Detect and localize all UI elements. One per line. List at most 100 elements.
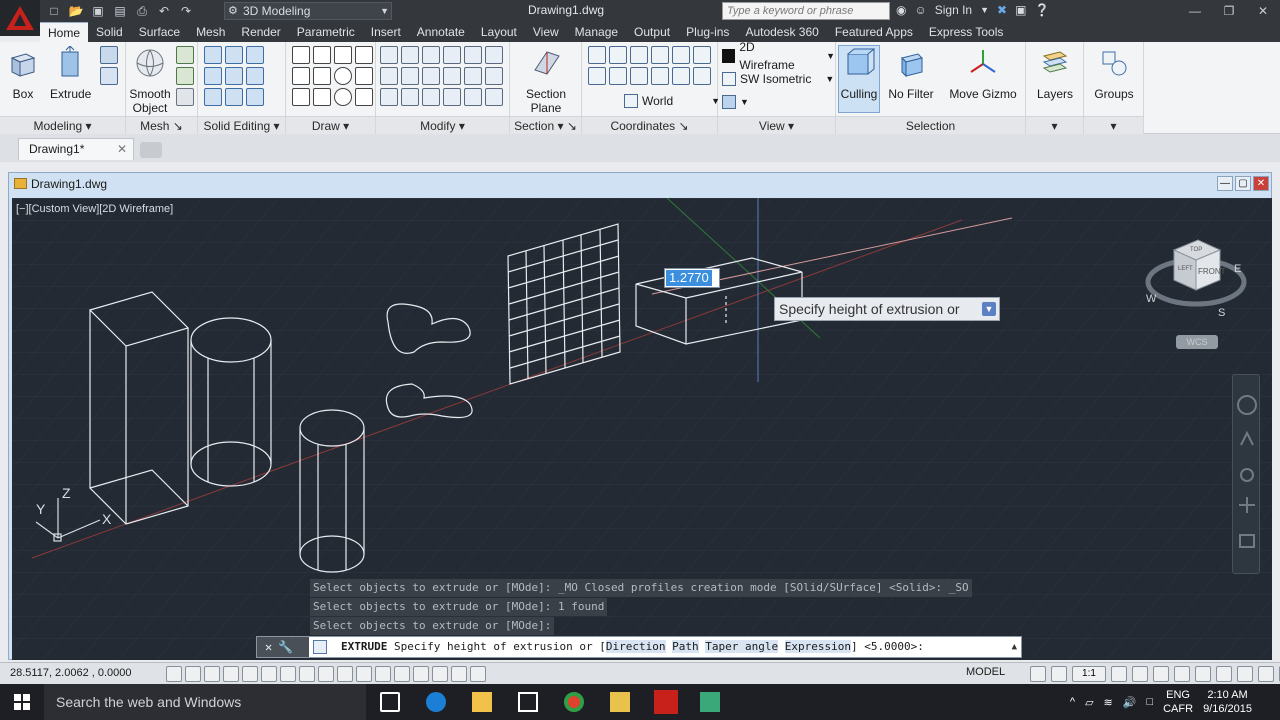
save-icon[interactable]: ▣: [90, 3, 106, 19]
user-icon[interactable]: ☺: [914, 3, 926, 17]
annotation-visibility-icon[interactable]: [1051, 666, 1067, 682]
3d-rotate-icon[interactable]: [401, 46, 419, 64]
cart-icon[interactable]: ▣: [1015, 3, 1026, 17]
circle-icon[interactable]: [334, 67, 352, 85]
stretch-icon[interactable]: [422, 67, 440, 85]
exchange-icon[interactable]: ✖: [997, 3, 1007, 17]
groups-panel-title[interactable]: ▾: [1084, 116, 1143, 134]
option-taper-angle[interactable]: Taper angle: [705, 640, 779, 653]
infer-constraints-icon[interactable]: [223, 666, 239, 682]
close-icon[interactable]: ✕: [1246, 0, 1280, 22]
explode-icon[interactable]: [401, 88, 419, 106]
close-icon[interactable]: ✕: [117, 139, 127, 159]
clean-screen-icon[interactable]: [1258, 666, 1274, 682]
autocad-taskbar-icon[interactable]: [654, 690, 678, 714]
option-direction[interactable]: Direction: [605, 640, 666, 653]
modeling-panel-title[interactable]: Modeling ▾: [0, 116, 125, 134]
view-preset-dropdown[interactable]: SW Isometric ▼: [722, 70, 834, 88]
culling-button[interactable]: Culling: [838, 45, 880, 113]
tab-featured-apps[interactable]: Featured Apps: [827, 22, 921, 42]
option-path[interactable]: Path: [672, 640, 699, 653]
chevron-down-icon[interactable]: ▼: [980, 5, 989, 15]
extract-edges-icon[interactable]: [225, 67, 243, 85]
helix-icon[interactable]: [355, 46, 373, 64]
extrude-faces-icon[interactable]: [246, 67, 264, 85]
snap-icon[interactable]: [204, 666, 220, 682]
open-icon[interactable]: 📂: [68, 3, 84, 19]
join-icon[interactable]: [422, 88, 440, 106]
tab-plug-ins[interactable]: Plug-ins: [678, 22, 737, 42]
command-line[interactable]: ✕ 🔧 EXTRUDE Specify height of extrusion …: [256, 636, 1022, 658]
app-taskbar-icon[interactable]: [700, 692, 720, 712]
search-input[interactable]: Type a keyword or phrase: [722, 2, 890, 20]
close-icon[interactable]: ✕: [265, 637, 272, 657]
scale-icon[interactable]: [485, 46, 503, 64]
ucs-origin-icon[interactable]: [651, 46, 669, 64]
wcs-menu[interactable]: WCS: [1176, 335, 1218, 349]
units-icon[interactable]: [1153, 666, 1169, 682]
selection-filter-icon[interactable]: [451, 666, 467, 682]
align-icon[interactable]: [443, 46, 461, 64]
folder-icon[interactable]: [610, 692, 630, 712]
refine-mesh-icon[interactable]: [176, 88, 194, 106]
pentagon-icon[interactable]: [292, 88, 310, 106]
ucs-object-icon[interactable]: [609, 67, 627, 85]
smooth-object-button[interactable]: Smooth Object: [128, 46, 172, 115]
ucs-z-icon[interactable]: [693, 67, 711, 85]
layers-button[interactable]: Layers: [1036, 46, 1074, 101]
option-expression[interactable]: Expression: [784, 640, 851, 653]
interfere-icon[interactable]: [246, 46, 264, 64]
dynamic-input-icon[interactable]: [242, 666, 258, 682]
fillet-icon[interactable]: [443, 67, 461, 85]
tab-solid[interactable]: Solid: [88, 22, 131, 42]
erase-icon[interactable]: [380, 88, 398, 106]
tab-express-tools[interactable]: Express Tools: [921, 22, 1011, 42]
dynamic-ucs-icon[interactable]: [432, 666, 448, 682]
ellipse-icon[interactable]: [334, 88, 352, 106]
object-snap-icon[interactable]: [337, 666, 353, 682]
rectangle-icon[interactable]: [313, 88, 331, 106]
coordinate-system-dropdown[interactable]: World ▼: [624, 92, 720, 110]
ucs-y-icon[interactable]: [630, 67, 648, 85]
model-space-button[interactable]: MODEL: [966, 666, 1005, 678]
maximize-icon[interactable]: ▢: [1235, 176, 1251, 191]
ucs-x-icon[interactable]: [630, 46, 648, 64]
isolate-objects-icon[interactable]: [1216, 666, 1232, 682]
chevron-up-icon[interactable]: ^: [1070, 696, 1075, 708]
move-gizmo-button[interactable]: Move Gizmo: [948, 46, 1018, 101]
mirror-icon[interactable]: [380, 67, 398, 85]
selection-panel-title[interactable]: Selection: [836, 116, 1025, 134]
undo-icon[interactable]: ↶: [156, 3, 172, 19]
sign-in-button[interactable]: Sign In: [935, 3, 972, 17]
wifi-icon[interactable]: ≋: [1104, 696, 1113, 709]
tab-output[interactable]: Output: [626, 22, 678, 42]
viewcube[interactable]: TOP FRONT LEFT W S E: [1140, 232, 1250, 322]
tab-layout[interactable]: Layout: [473, 22, 525, 42]
caret-up-icon[interactable]: ▲: [1012, 637, 1017, 657]
show-desktop-button[interactable]: [1262, 684, 1266, 720]
tab-render[interactable]: Render: [233, 22, 288, 42]
gizmo-icon[interactable]: [470, 666, 486, 682]
network-icon[interactable]: ▱: [1085, 696, 1093, 709]
transparency-icon[interactable]: [375, 666, 391, 682]
quick-properties-icon[interactable]: [1174, 666, 1190, 682]
tab-parametric[interactable]: Parametric: [289, 22, 363, 42]
slice-icon[interactable]: [225, 46, 243, 64]
coordinates-panel-title[interactable]: Coordinates ↘: [582, 116, 717, 134]
binoculars-icon[interactable]: ◉: [896, 3, 906, 17]
trim-icon[interactable]: [485, 67, 503, 85]
draw-panel-title[interactable]: Draw ▾: [286, 116, 375, 134]
offset-icon[interactable]: [380, 46, 398, 64]
minimize-icon[interactable]: —: [1217, 176, 1233, 191]
layout-icon[interactable]: [1030, 666, 1046, 682]
store-icon[interactable]: [518, 692, 538, 712]
smooth-less-icon[interactable]: [176, 67, 194, 85]
intersect-icon[interactable]: [204, 88, 222, 106]
presspull-icon[interactable]: [100, 67, 118, 85]
ucs-view-icon[interactable]: [693, 46, 711, 64]
task-view-icon[interactable]: [380, 692, 400, 712]
section-plane-button[interactable]: Section Plane: [524, 46, 568, 115]
object-snap-tracking-icon[interactable]: [318, 666, 334, 682]
line-icon[interactable]: [292, 46, 310, 64]
spline-icon[interactable]: [313, 46, 331, 64]
